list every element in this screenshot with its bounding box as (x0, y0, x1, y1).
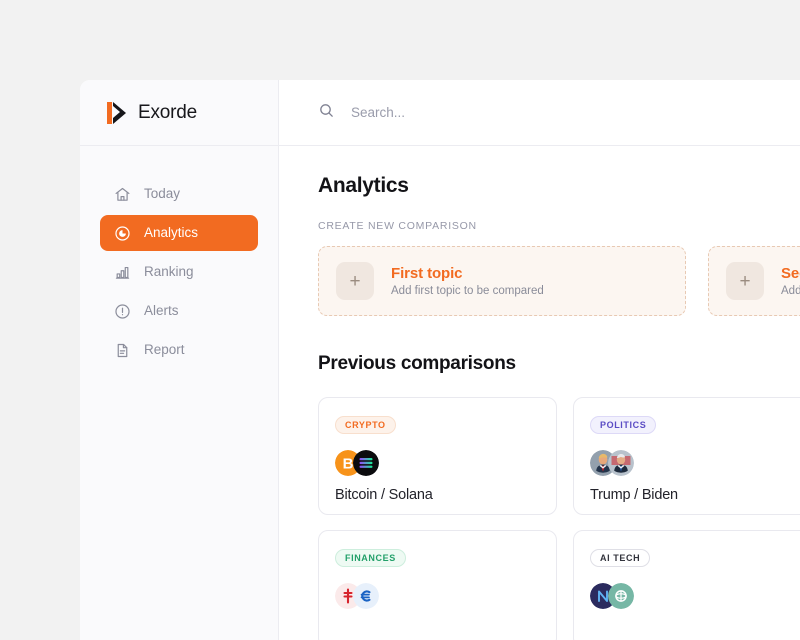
pie-target-icon (114, 225, 131, 242)
avatar-group (590, 583, 800, 609)
alert-circle-icon (114, 303, 131, 320)
bar-chart-icon (114, 264, 131, 281)
status-badge: AI TECH (590, 549, 651, 567)
comparison-grid: CRYPTO B Bitcoin / Solana POLITICS Trump… (318, 397, 800, 640)
sidebar-item-ranking[interactable]: Ranking (100, 254, 258, 290)
plus-icon[interactable]: + (726, 262, 764, 300)
sidebar-item-label: Report (144, 342, 185, 358)
avatar-group (335, 583, 556, 609)
sidebar-item-label: Today (144, 186, 181, 202)
content-area: Analytics CREATE NEW COMPARISON + First … (279, 146, 800, 640)
main-area: Analytics CREATE NEW COMPARISON + First … (279, 80, 800, 640)
bank-blue-icon (353, 583, 379, 609)
status-badge: POLITICS (590, 416, 657, 434)
topic-title: Second topic (781, 265, 800, 282)
sidebar-item-report[interactable]: Report (100, 332, 258, 368)
sidebar-item-today[interactable]: Today (100, 176, 258, 212)
svg-text:B: B (343, 456, 354, 473)
search-icon[interactable] (318, 102, 335, 124)
exorde-logo-icon (107, 101, 127, 124)
previous-comparisons-title: Previous comparisons (318, 353, 516, 374)
sidebar-item-alerts[interactable]: Alerts (100, 293, 258, 329)
search-input[interactable] (351, 105, 671, 120)
solana-icon (353, 450, 379, 476)
comparison-card-finances[interactable]: FINANCES (318, 530, 557, 640)
avatar-group: B (335, 450, 556, 476)
plus-icon[interactable]: + (336, 262, 374, 300)
topic-subtitle: Add first topic to be compared (391, 285, 544, 297)
topbar (279, 80, 800, 146)
topic-subtitle: Add second topic to be compared (781, 285, 800, 297)
brand-name: Exorde (138, 101, 198, 123)
card-title: Bitcoin / Solana (335, 487, 433, 503)
avatar-group (590, 450, 800, 476)
brand-logo[interactable]: Exorde (80, 80, 278, 146)
biden-avatar (608, 450, 634, 476)
status-badge: FINANCES (335, 549, 406, 567)
sidebar-nav: Today Analytics Ranking Alerts Report (80, 146, 278, 368)
first-topic-card[interactable]: + First topic Add first topic to be comp… (318, 246, 686, 316)
status-badge: CRYPTO (335, 416, 396, 434)
sidebar-item-label: Alerts (144, 303, 179, 319)
sidebar-item-analytics[interactable]: Analytics (100, 215, 258, 251)
second-topic-card[interactable]: + Second topic Add second topic to be co… (708, 246, 800, 316)
sidebar-item-label: Ranking (144, 264, 194, 280)
create-comparison-label: CREATE NEW COMPARISON (318, 220, 477, 232)
comparison-card-aitech[interactable]: AI TECH (573, 530, 800, 640)
sidebar: Exorde Today Analytics Ranking Alerts Re… (80, 80, 279, 640)
new-comparison-row: + First topic Add first topic to be comp… (318, 246, 800, 316)
home-icon (114, 186, 131, 203)
document-icon (114, 342, 131, 359)
ai-teal-icon (608, 583, 634, 609)
app-window: Exorde Today Analytics Ranking Alerts Re… (80, 80, 800, 640)
comparison-card-politics[interactable]: POLITICS Trump / Biden (573, 397, 800, 515)
card-title: Trump / Biden (590, 487, 678, 503)
topic-title: First topic (391, 265, 463, 282)
sidebar-item-label: Analytics (144, 225, 199, 241)
comparison-card-crypto[interactable]: CRYPTO B Bitcoin / Solana (318, 397, 557, 515)
page-title: Analytics (318, 174, 409, 197)
